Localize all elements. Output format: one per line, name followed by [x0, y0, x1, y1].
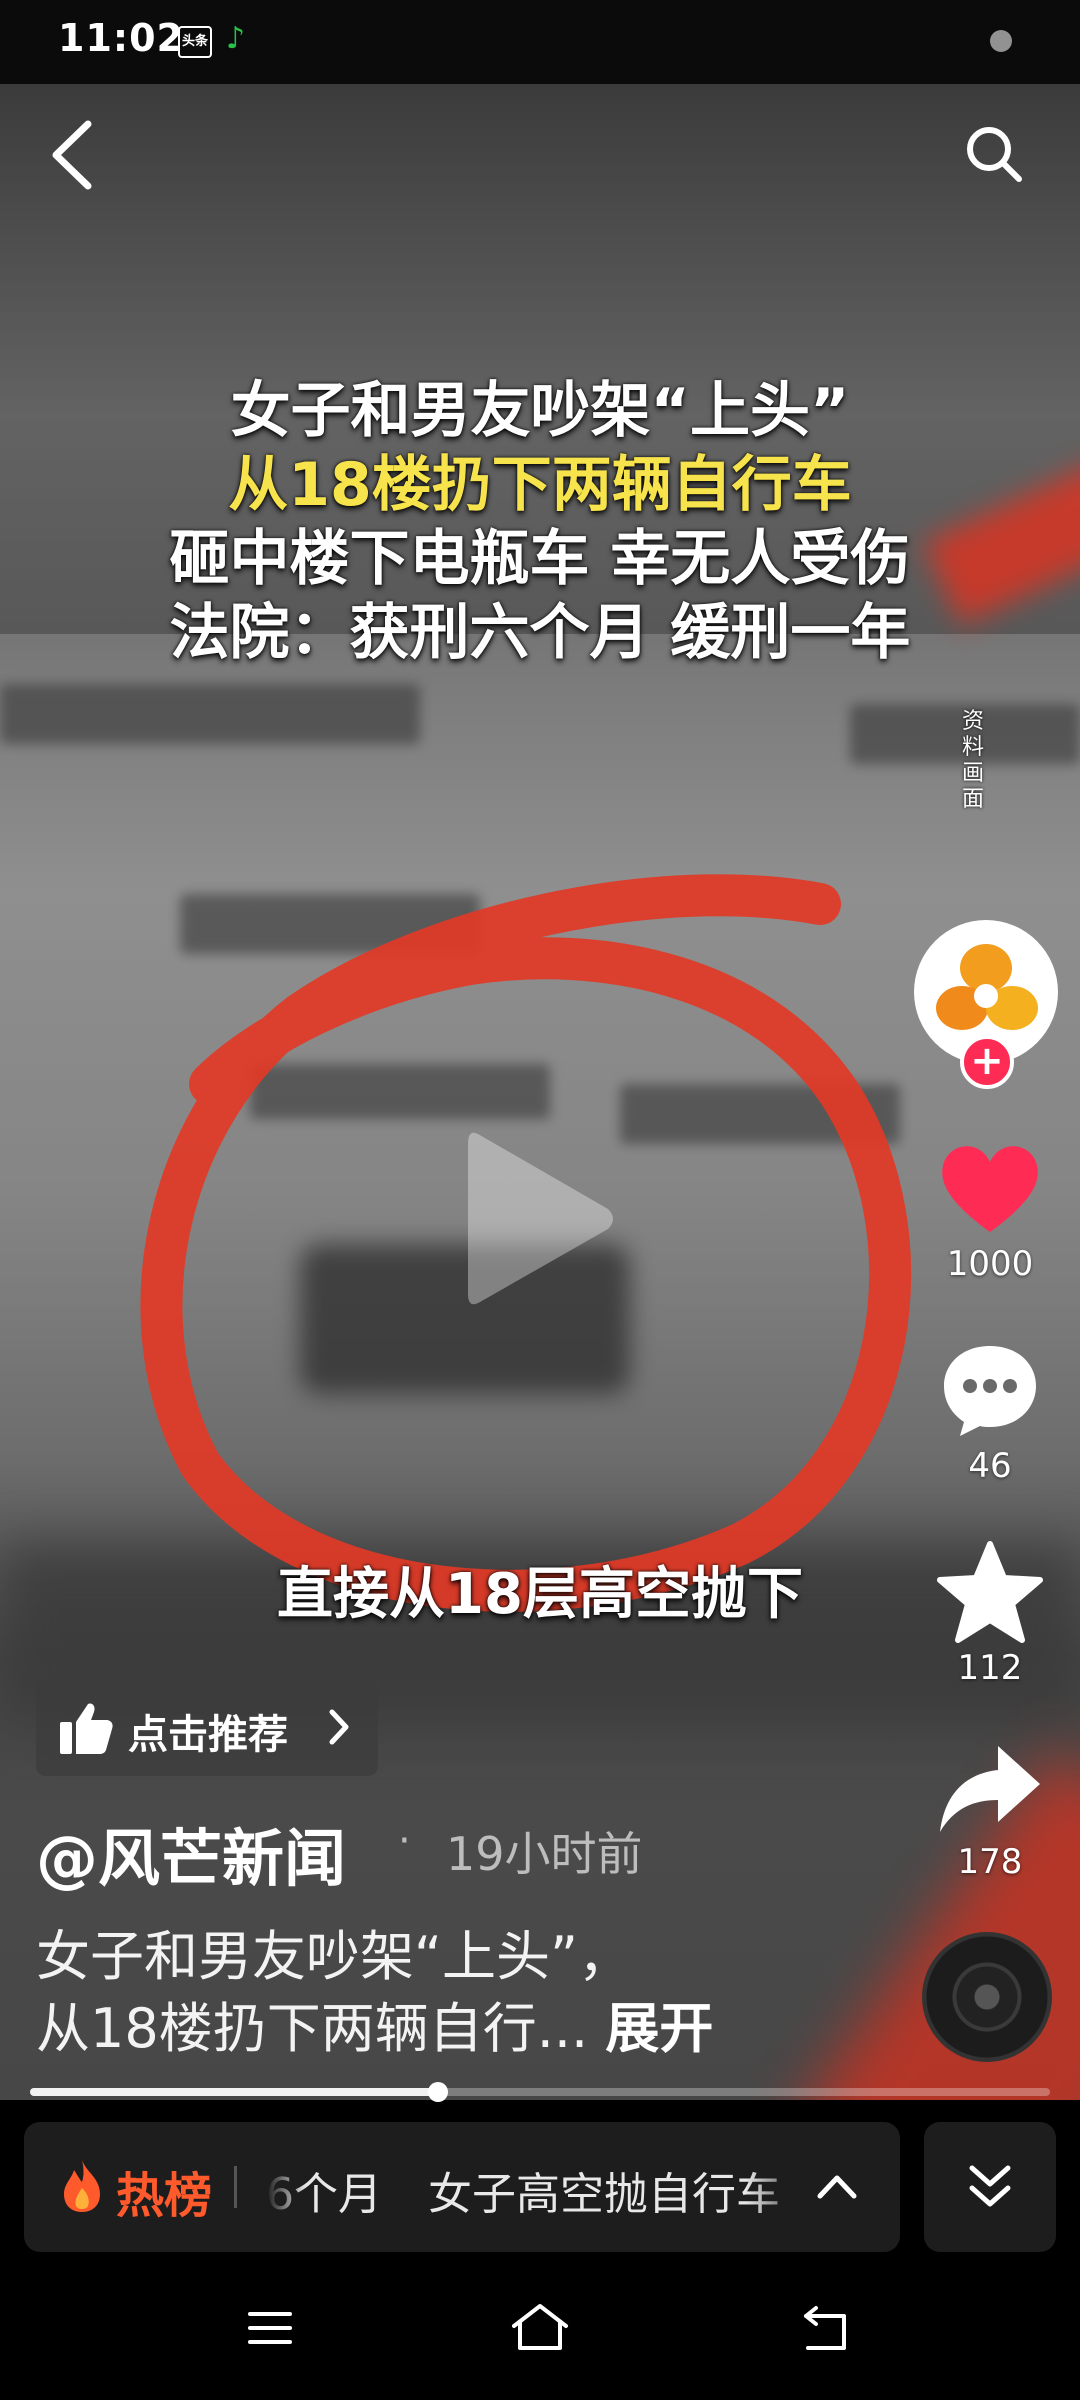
status-indicator-icon: [990, 30, 1012, 52]
system-back-icon[interactable]: [798, 2302, 852, 2354]
status-bar: 11:02 头条 ♪: [0, 0, 1080, 84]
hot-topic-ticker[interactable]: 6个月 女子高空抛自行车: [266, 2158, 814, 2218]
share-count: 178: [957, 1842, 1023, 1882]
divider: [234, 2166, 237, 2208]
menu-icon[interactable]: [246, 2306, 294, 2350]
video-headline: 女子和男友吵架“上头” 从18楼扔下两辆自行车 砸中楼下电瓶车 幸无人受伤 法院…: [0, 374, 1080, 670]
hot-topic-item[interactable]: 6个月: [266, 2169, 382, 2218]
star-icon[interactable]: [934, 1540, 1046, 1646]
fire-icon: [64, 2160, 100, 2212]
play-icon[interactable]: [458, 1124, 618, 1314]
video-progress-bar[interactable]: [30, 2082, 1050, 2102]
post-description-truncated: 从18楼扔下两辆自行...: [36, 1997, 589, 2060]
hot-list-bar[interactable]: 热榜 6个月 女子高空抛自行车: [24, 2122, 900, 2252]
back-arrow-icon[interactable]: [44, 118, 100, 192]
heart-icon[interactable]: [938, 1140, 1042, 1236]
recommend-button[interactable]: 点击推荐: [36, 1680, 378, 1776]
double-chevron-down-icon: [969, 2165, 1011, 2207]
expand-link[interactable]: 展开: [605, 1997, 713, 2060]
video-player[interactable]: 女子和男友吵架“上头” 从18楼扔下两辆自行车 砸中楼下电瓶车 幸无人受伤 法院…: [0, 84, 1080, 2100]
favorite-count: 112: [957, 1648, 1023, 1688]
chevron-right-icon: [329, 1709, 349, 1745]
separator-dot: ·: [398, 1818, 411, 1864]
footage-watermark: 资料画面: [961, 709, 984, 812]
video-progress-fill: [30, 2088, 438, 2096]
video-subtitle: 直接从18层高空抛下: [277, 1562, 803, 1627]
hot-list-label: 热榜: [116, 2168, 213, 2224]
headline-line: 女子和男友吵架“上头”: [230, 376, 850, 446]
thumbs-up-icon: [60, 1703, 113, 1754]
like-count: 1000: [946, 1244, 1034, 1284]
comment-count: 46: [968, 1446, 1012, 1486]
status-time: 11:02: [58, 16, 184, 60]
collapse-button[interactable]: [924, 2122, 1056, 2252]
post-description: 从18楼扔下两辆自行... 展开: [36, 1984, 713, 2063]
author-name[interactable]: @风芒新闻: [36, 1808, 346, 1898]
comment-icon[interactable]: [938, 1340, 1042, 1440]
music-disc-icon[interactable]: [922, 1932, 1052, 2062]
chevron-up-icon[interactable]: [814, 2166, 860, 2206]
app-badge-icon: 头条: [178, 26, 212, 58]
follow-button[interactable]: +: [960, 1035, 1014, 1089]
search-icon[interactable]: [964, 124, 1024, 184]
recommend-label: 点击推荐: [128, 1712, 288, 1758]
headline-line: 法院：获刑六个月 缓刑一年: [169, 598, 911, 668]
music-note-icon: ♪: [226, 21, 246, 56]
post-time: 19小时前: [446, 1827, 643, 1881]
headline-line: 砸中楼下电瓶车 幸无人受伤: [169, 524, 911, 594]
hot-topic-item[interactable]: 女子高空抛自行车: [428, 2169, 780, 2218]
video-progress-handle[interactable]: [428, 2082, 448, 2102]
share-arrow-icon[interactable]: [936, 1742, 1044, 1838]
headline-line: 从18楼扔下两辆自行车: [228, 450, 852, 520]
home-icon[interactable]: [508, 2300, 572, 2354]
post-description: 女子和男友吵架“上头”，: [36, 1925, 632, 1988]
